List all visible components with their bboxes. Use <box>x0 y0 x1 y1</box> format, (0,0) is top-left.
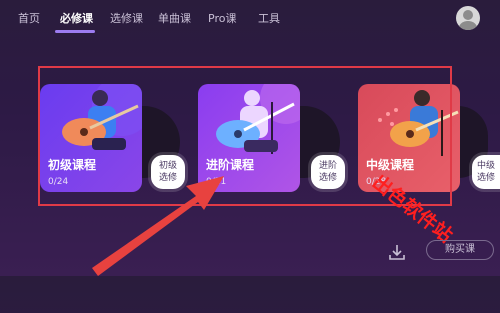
avatar-body-shape <box>459 21 477 30</box>
buy-course-button[interactable]: 购买课 <box>426 240 494 260</box>
user-avatar[interactable] <box>456 6 480 30</box>
avatar-head-shape <box>463 10 473 20</box>
tab-single-song-courses[interactable]: 单曲课 <box>158 10 191 26</box>
intermediate-elective-tag[interactable]: 中级 选修 <box>472 155 500 189</box>
active-tab-indicator <box>55 30 95 33</box>
tab-tools[interactable]: 工具 <box>258 10 280 26</box>
top-nav: 首页 必修课 选修课 单曲课 Pro课 工具 <box>0 0 500 40</box>
tab-elective-courses[interactable]: 选修课 <box>110 10 143 26</box>
tag-line: 中级 <box>476 161 495 171</box>
tab-pro-courses[interactable]: Pro课 <box>208 10 236 26</box>
tab-home[interactable]: 首页 <box>18 10 40 26</box>
tag-line: 选修 <box>476 173 495 183</box>
download-icon[interactable] <box>388 243 406 261</box>
tab-required-courses[interactable]: 必修课 <box>60 10 93 26</box>
